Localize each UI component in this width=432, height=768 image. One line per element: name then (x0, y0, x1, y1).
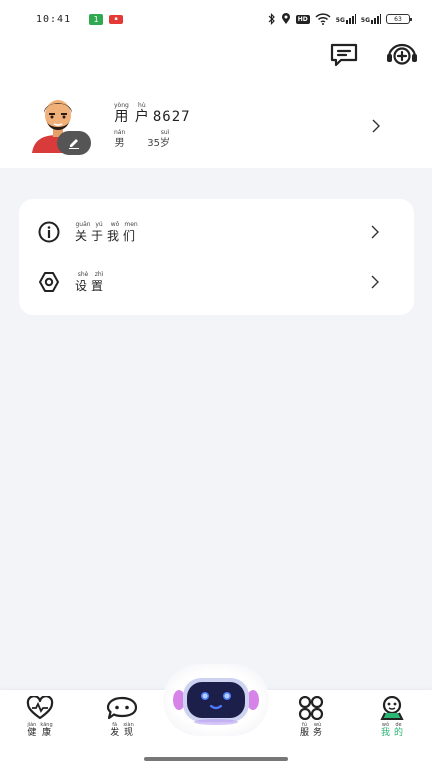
tab-service[interactable]: fú 服 wù 务 (281, 696, 341, 739)
user-name: yòng 用 hù 户 8627 (114, 102, 191, 125)
home-indicator[interactable] (144, 757, 288, 761)
header-actions (328, 40, 418, 70)
heart-pulse-icon (26, 696, 54, 720)
pencil-icon (69, 139, 79, 149)
menu-item-about-label: guān 关 yú 于 wǒ 我 men 们 (75, 220, 140, 243)
user-age: 35 (147, 138, 161, 149)
tab-health[interactable]: jiàn 健 kāng 康 (10, 696, 70, 739)
wifi-icon (315, 13, 331, 25)
info-icon (38, 221, 60, 243)
chevron-right-icon (372, 119, 380, 133)
chevron-right-icon (371, 225, 379, 239)
signal-2-icon: 5G (361, 14, 381, 24)
menu-item-settings-label: shè 设 zhì 置 (75, 270, 108, 293)
user-number: 8627 (152, 109, 191, 125)
tab-health-label: jiàn 健 kāng 康 (27, 722, 53, 738)
user-gender: nán 男 (114, 129, 126, 149)
person-smile-icon (380, 696, 404, 720)
tab-mine-label: wǒ 我 de 的 (380, 722, 404, 738)
apps-grid-icon (298, 696, 324, 720)
customer-service-button[interactable] (386, 40, 418, 70)
menu-item-about[interactable]: guān 关 yú 于 wǒ 我 men 们 (19, 207, 414, 257)
user-age-unit: suì 岁 (160, 129, 171, 149)
edit-avatar-button[interactable] (57, 131, 91, 155)
bluetooth-icon (268, 13, 275, 25)
tab-discover[interactable]: fā 发 xiàn 现 (92, 696, 152, 739)
menu-item-settings[interactable]: shè 设 zhì 置 (19, 257, 414, 307)
battery-icon: 63 (386, 14, 412, 24)
avatar[interactable] (26, 95, 91, 159)
chevron-right-icon (371, 275, 379, 289)
profile-info: yòng 用 hù 户 8627 nán 男 35 suì 岁 (114, 102, 191, 152)
user-meta: nán 男 35 suì 岁 (114, 129, 191, 152)
hd-icon: HD (295, 14, 310, 24)
tab-mine[interactable]: wǒ 我 de 的 (362, 696, 422, 739)
chat-bubble-icon (106, 696, 138, 720)
notification-app2-icon: ▪ (109, 14, 124, 24)
notification-app-icon: 1 (89, 13, 104, 25)
tab-service-label: fú 服 wù 务 (299, 722, 323, 738)
status-bar: 10:41 1 ▪ HD 5G 5G 63 (0, 0, 432, 38)
location-icon (281, 13, 290, 24)
robot-icon (173, 678, 259, 725)
tab-discover-label: fā 发 xiàn 现 (110, 722, 134, 738)
profile-row[interactable]: yòng 用 hù 户 8627 nán 男 35 suì 岁 (26, 96, 396, 158)
signal-1-icon: 5G (336, 14, 356, 24)
ai-assistant-button[interactable] (163, 664, 269, 736)
settings-icon (39, 272, 59, 292)
menu-card: guān 关 yú 于 wǒ 我 men 们 shè 设 zhì 置 (19, 199, 414, 315)
status-time: 10:41 (36, 13, 72, 25)
message-button[interactable] (328, 40, 360, 70)
status-indicators: HD 5G 5G 63 (268, 13, 412, 25)
headset-plus-icon (387, 43, 417, 65)
message-square-icon (330, 43, 358, 67)
